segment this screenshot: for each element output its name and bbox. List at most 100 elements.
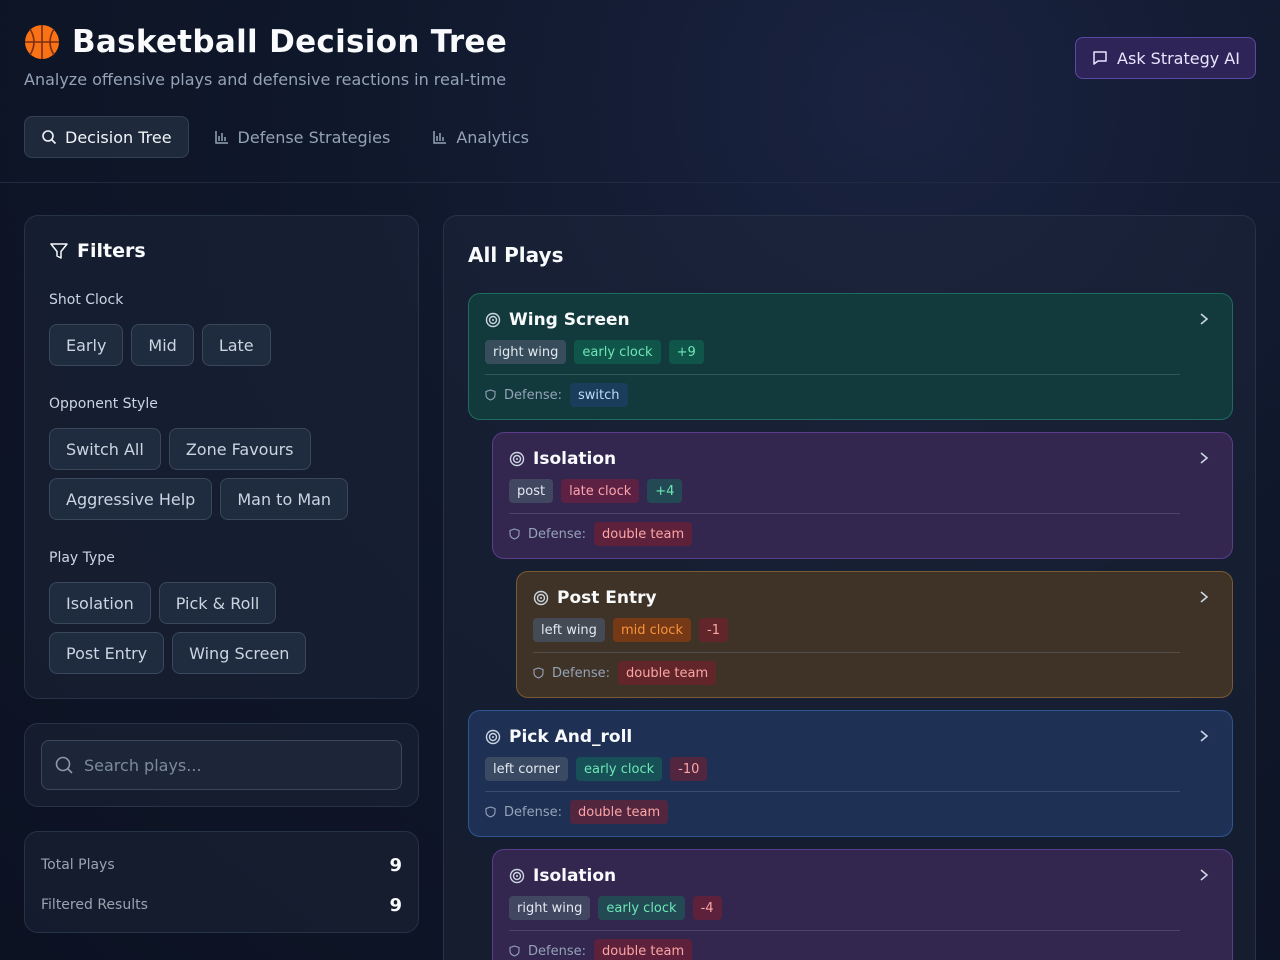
- defense-tag: double team: [617, 661, 717, 685]
- defense-tag: switch: [569, 383, 628, 407]
- basketball-icon: [25, 25, 59, 59]
- clock-tag: late clock: [561, 479, 640, 503]
- divider: [485, 374, 1180, 375]
- chip-wing-screen[interactable]: Wing Screen: [172, 632, 307, 674]
- plays-title: All Plays: [468, 243, 564, 267]
- search-input[interactable]: [84, 755, 384, 775]
- play-name: Isolation: [533, 449, 617, 469]
- plays-panel: All Plays Wing Screen right wing early clo…: [443, 215, 1256, 960]
- chevron-right-icon[interactable]: [1198, 451, 1210, 465]
- chip-early[interactable]: Early: [49, 324, 124, 366]
- tab-label: Decision Tree: [65, 127, 172, 147]
- filter-icon: [50, 243, 68, 259]
- opponent-style-label: Opponent Style: [49, 396, 158, 412]
- divider: [533, 652, 1180, 653]
- chevron-right-icon[interactable]: [1198, 590, 1210, 604]
- filters-panel: Filters Shot Clock Early Mid Late Oppone…: [24, 215, 419, 699]
- defense-label: Defense:: [552, 665, 610, 681]
- play-tags: right wing early clock +9: [485, 340, 1216, 364]
- tab-decision-tree[interactable]: Decision Tree: [24, 116, 189, 158]
- score-tag: -1: [699, 618, 728, 642]
- play-tags: left corner early clock -10: [485, 757, 1216, 781]
- defense-tag: double team: [593, 939, 693, 960]
- play-card[interactable]: Isolation right wing early clock -4 Defense:…: [492, 849, 1233, 960]
- target-icon: [509, 868, 525, 884]
- play-card[interactable]: Post Entry left wing mid clock -1 Defense: do…: [516, 571, 1233, 698]
- search-icon: [55, 756, 73, 774]
- app-header: Basketball Decision Tree Analyze offensi…: [0, 0, 1280, 183]
- position-tag: left wing: [533, 618, 605, 642]
- defense-row: Defense: switch: [485, 383, 1216, 407]
- defense-row: Defense: double team: [509, 939, 1216, 960]
- divider: [509, 930, 1180, 931]
- shot-clock-chips: Early Mid Late: [49, 324, 394, 366]
- score-tag: -10: [670, 757, 708, 781]
- chat-icon: [1093, 51, 1107, 65]
- clock-tag: early clock: [574, 340, 661, 364]
- stat-label: Filtered Results: [41, 897, 148, 913]
- shield-icon: [485, 806, 496, 818]
- chip-aggressive-help[interactable]: Aggressive Help: [49, 478, 213, 520]
- defense-tag: double team: [569, 800, 669, 824]
- chip-man-to-man[interactable]: Man to Man: [220, 478, 349, 520]
- shield-icon: [485, 389, 496, 401]
- chip-switch-all[interactable]: Switch All: [49, 428, 161, 470]
- score-tag: +9: [668, 340, 704, 364]
- tab-bar: Decision Tree Defense Strategies Analyti…: [24, 116, 546, 158]
- filters-title: Filters: [77, 240, 146, 262]
- ask-strategy-ai-button[interactable]: Ask Strategy AI: [1075, 37, 1256, 79]
- chevron-right-icon[interactable]: [1198, 312, 1210, 326]
- play-name: Post Entry: [557, 588, 657, 608]
- stats-panel: Total Plays 9 Filtered Results 9: [24, 831, 419, 933]
- chip-zone-favours[interactable]: Zone Favours: [168, 428, 311, 470]
- defense-label: Defense:: [504, 804, 562, 820]
- target-icon: [485, 312, 501, 328]
- shield-icon: [509, 945, 520, 957]
- play-name-row: Isolation: [509, 866, 1216, 886]
- play-name-row: Pick And_roll: [485, 727, 1216, 747]
- shield-icon: [509, 528, 520, 540]
- divider: [509, 513, 1180, 514]
- tab-analytics[interactable]: Analytics: [415, 116, 546, 158]
- chip-pick-and-roll[interactable]: Pick & Roll: [158, 582, 277, 624]
- stat-value: 9: [389, 894, 402, 916]
- score-tag: -4: [692, 896, 722, 920]
- chevron-right-icon[interactable]: [1198, 729, 1210, 743]
- play-card[interactable]: Pick And_rollleft corner early clock -10 De…: [468, 710, 1233, 837]
- defense-row: Defense: double team: [485, 800, 1216, 824]
- clock-tag: mid clock: [612, 618, 691, 642]
- shield-icon: [533, 667, 544, 679]
- chip-post-entry[interactable]: Post Entry: [49, 632, 165, 674]
- target-icon: [485, 729, 501, 745]
- chip-late[interactable]: Late: [201, 324, 271, 366]
- target-icon: [509, 451, 525, 467]
- tab-defense-strategies[interactable]: Defense Strategies: [197, 116, 408, 158]
- tab-label: Analytics: [456, 127, 529, 147]
- play-name: Pick And_roll: [509, 727, 633, 747]
- divider: [485, 791, 1180, 792]
- play-type-label: Play Type: [49, 550, 115, 566]
- position-tag: left corner: [485, 757, 568, 781]
- shot-clock-label: Shot Clock: [49, 292, 124, 308]
- play-card[interactable]: Isolation post late clock +4 Defense: double …: [492, 432, 1233, 559]
- play-name-row: Wing Screen: [485, 310, 1216, 330]
- defense-label: Defense:: [528, 526, 586, 542]
- play-type-chips: Isolation Pick & Roll Post Entry Wing Sc…: [49, 582, 394, 674]
- play-tags: left wing mid clock -1: [533, 618, 1216, 642]
- chip-isolation[interactable]: Isolation: [49, 582, 151, 624]
- play-tags: right wing early clock -4: [509, 896, 1216, 920]
- clock-tag: early clock: [598, 896, 685, 920]
- filters-heading: Filters: [49, 240, 394, 262]
- opponent-style-chips: Switch All Zone Favours Aggressive Help …: [49, 428, 394, 520]
- play-card[interactable]: Wing Screen right wing early clock +9 Defens…: [468, 293, 1233, 420]
- defense-row: Defense: double team: [509, 522, 1216, 546]
- play-name-row: Post Entry: [533, 588, 1216, 608]
- play-name-row: Isolation: [509, 449, 1216, 469]
- play-tags: post late clock +4: [509, 479, 1216, 503]
- chip-mid[interactable]: Mid: [131, 324, 194, 366]
- chevron-right-icon[interactable]: [1198, 868, 1210, 882]
- clock-tag: early clock: [576, 757, 663, 781]
- stat-label: Total Plays: [41, 857, 115, 873]
- play-name: Isolation: [533, 866, 617, 886]
- stat-total-plays: Total Plays 9: [41, 850, 402, 880]
